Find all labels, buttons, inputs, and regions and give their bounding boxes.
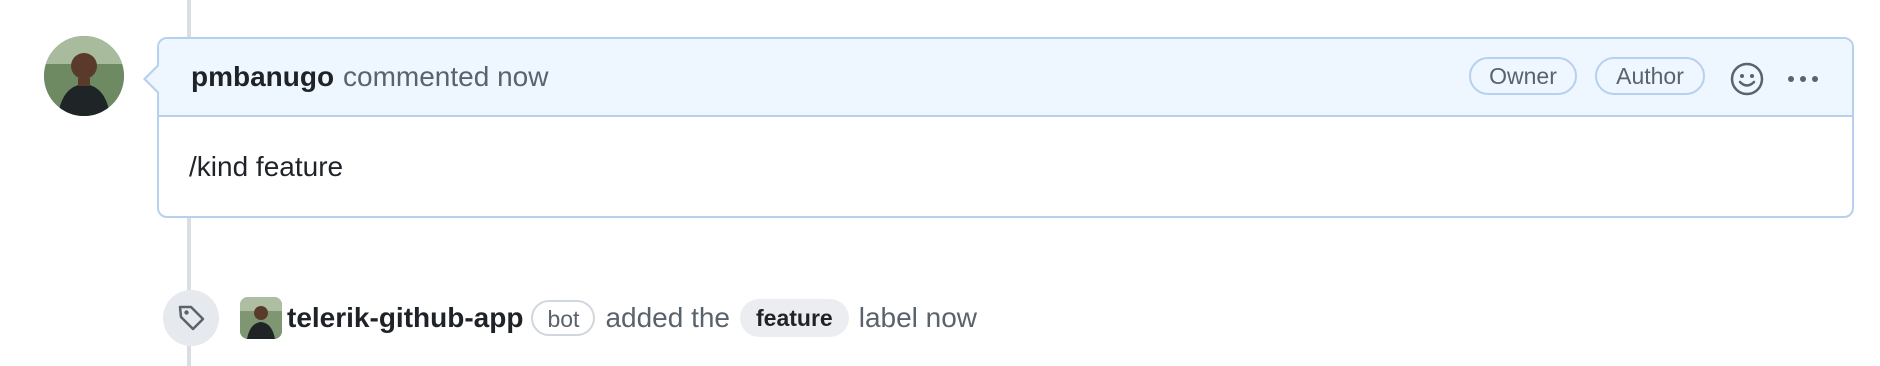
event-text-before: added the: [605, 302, 731, 333]
kebab-horizontal-icon: [1788, 76, 1818, 82]
person-photo-icon: [44, 36, 124, 116]
person-photo-icon: [240, 297, 282, 339]
owner-badge: Owner: [1469, 57, 1577, 95]
issue-timeline: pmbanugo commented now Owner Author /kin…: [0, 0, 1880, 366]
comment-header: pmbanugo commented now Owner Author: [159, 39, 1852, 117]
comment-author-avatar[interactable]: [44, 36, 124, 116]
tag-icon: [178, 305, 205, 331]
event-text-after: label now: [858, 302, 978, 333]
author-badge: Author: [1595, 57, 1705, 95]
add-reaction-button[interactable]: [1727, 59, 1767, 99]
feature-label[interactable]: feature: [740, 299, 849, 337]
comment-options-button[interactable]: [1779, 63, 1827, 95]
actor-avatar[interactable]: [240, 297, 282, 339]
bot-badge: bot: [531, 300, 596, 336]
comment-caret-fill: [146, 66, 159, 92]
event-actor[interactable]: telerik-github-app: [287, 302, 523, 334]
comment-body: /kind feature: [189, 151, 344, 182]
comment-card: pmbanugo commented now Owner Author /kin…: [157, 37, 1854, 218]
smiley-icon: [1730, 62, 1764, 96]
comment-timestamp[interactable]: commented now: [343, 61, 548, 93]
comment-author[interactable]: pmbanugo: [191, 61, 334, 93]
event-description: telerik-github-app bot added the feature…: [287, 298, 987, 338]
event-badge: [163, 290, 219, 346]
